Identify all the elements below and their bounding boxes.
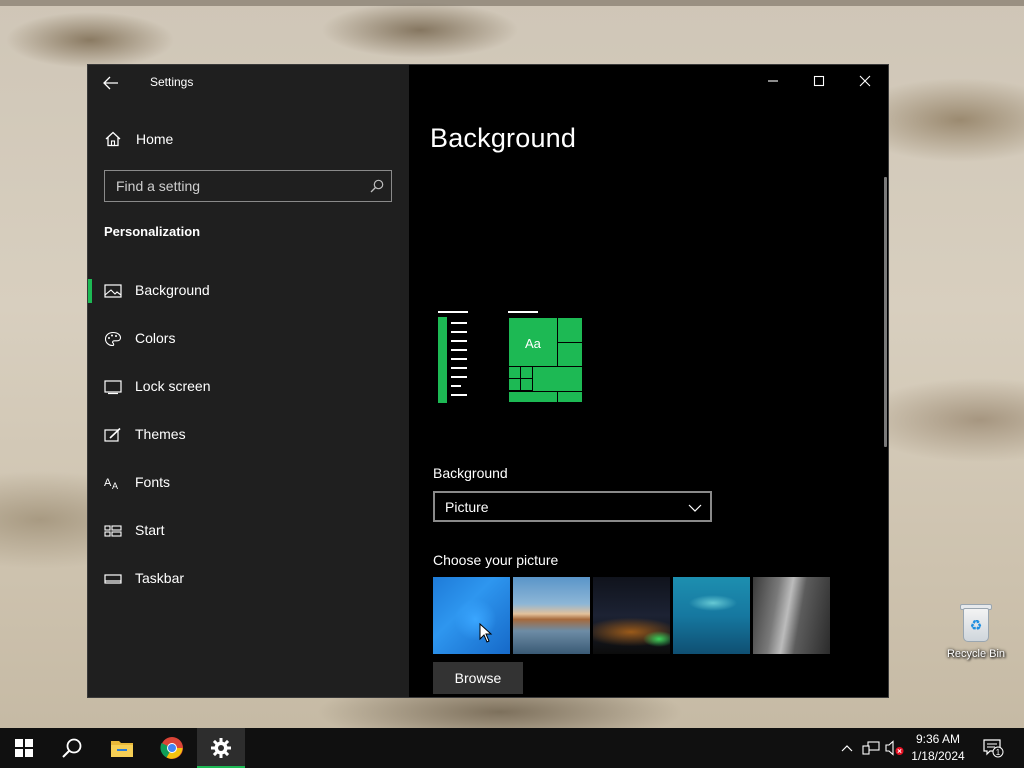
settings-window: Settings Home Find a setting Personaliza… [87,64,889,698]
taskbar: 9:36 AM 1/18/2024 1 [0,728,1024,768]
chevron-down-icon [688,501,702,513]
lock-screen-icon [104,379,122,395]
sidebar-item-label: Start [135,522,165,538]
window-title: Settings [150,75,194,89]
recycle-bin-icon: ♻ [958,602,994,644]
start-menu-tiles: Aa [508,317,583,403]
picture-icon [104,283,122,299]
chrome-button[interactable] [148,728,196,768]
maximize-icon [813,75,825,87]
palette-icon [104,331,122,347]
taskbar-clock[interactable]: 9:36 AM 1/18/2024 [906,731,970,765]
sidebar-item-label: Themes [135,426,186,442]
sidebar-item-background[interactable]: Background [88,271,409,311]
main-content: Background Aa Background Picture Choose … [409,65,888,697]
home-icon [104,130,122,148]
sidebar-item-label: Background [135,282,210,298]
theme-preview: Aa [438,311,588,406]
notification-count: 1 [996,748,1001,757]
recycle-bin-shortcut[interactable]: ♻ Recycle Bin [940,602,1012,660]
sidebar-item-fonts[interactable]: AA Fonts [88,463,409,503]
sidebar-item-taskbar[interactable]: Taskbar [88,559,409,599]
start-button[interactable] [0,728,48,768]
folder-icon [111,741,133,757]
search-icon [62,738,82,758]
picture-thumbnail-windows-blue[interactable] [433,577,510,654]
selection-indicator [88,279,92,303]
page-title: Background [430,123,577,153]
sidebar-item-label: Fonts [135,474,171,490]
chevron-up-icon [841,745,853,752]
back-arrow-icon[interactable] [100,73,124,93]
close-icon [859,75,871,87]
close-button[interactable] [842,65,888,97]
themes-icon [104,427,122,443]
choose-picture-label: Choose your picture [433,552,559,568]
start-icon [104,523,122,539]
show-hidden-icons-button[interactable] [838,728,856,768]
fonts-icon: AA [104,475,122,491]
settings-taskbar-button[interactable] [197,728,245,768]
search-input[interactable]: Find a setting [104,170,392,202]
gear-icon [211,738,231,758]
mouse-cursor-icon [479,623,493,643]
background-dropdown-value: Picture [445,498,489,515]
minimize-button[interactable] [750,65,796,97]
browse-button[interactable]: Browse [433,662,523,694]
sidebar-item-label: Lock screen [135,378,211,394]
chrome-icon [160,737,183,759]
background-label: Background [433,465,508,481]
search-icon [370,179,384,193]
taskbar-icon [104,571,122,587]
home-label: Home [136,131,174,147]
network-icon [862,741,880,755]
picture-thumbnail-beach[interactable] [513,577,590,654]
scrollbar[interactable] [884,177,887,447]
picture-thumbnail-night-sky[interactable] [593,577,670,654]
background-dropdown[interactable]: Picture [433,491,712,522]
sidebar-item-label: Taskbar [135,570,185,586]
action-center-button[interactable]: 1 [978,728,1008,768]
svg-text:A: A [112,481,118,491]
recycle-bin-label: Recycle Bin [946,648,1006,660]
minimize-icon [768,80,778,82]
desktop-wallpaper-edge [0,0,1024,6]
maximize-button[interactable] [796,65,842,97]
sidebar: Settings Home Find a setting Personaliza… [88,65,409,697]
clock-time: 9:36 AM [915,732,961,746]
preview-sample-text: Aa [525,336,541,351]
sidebar-item-label: Colors [135,330,176,346]
picture-thumbnails [433,577,833,654]
sidebar-item-colors[interactable]: Colors [88,319,409,359]
windows-logo-icon [15,739,33,757]
volume-button[interactable] [884,728,906,768]
network-button[interactable] [860,728,882,768]
svg-text:A: A [104,477,112,489]
notification-icon: 1 [983,739,1004,758]
picture-thumbnail-underwater[interactable] [673,577,750,654]
search-placeholder: Find a setting [116,178,201,194]
sidebar-item-start[interactable]: Start [88,511,409,551]
picture-thumbnail-rock[interactable] [753,577,830,654]
section-title: Personalization [104,224,201,239]
sidebar-item-themes[interactable]: Themes [88,415,409,455]
file-explorer-button[interactable] [98,728,146,768]
volume-muted-icon [885,740,904,756]
home-nav[interactable]: Home [104,129,173,149]
sidebar-item-lock-screen[interactable]: Lock screen [88,367,409,407]
taskbar-search-button[interactable] [48,728,96,768]
clock-date: 1/18/2024 [911,749,965,763]
